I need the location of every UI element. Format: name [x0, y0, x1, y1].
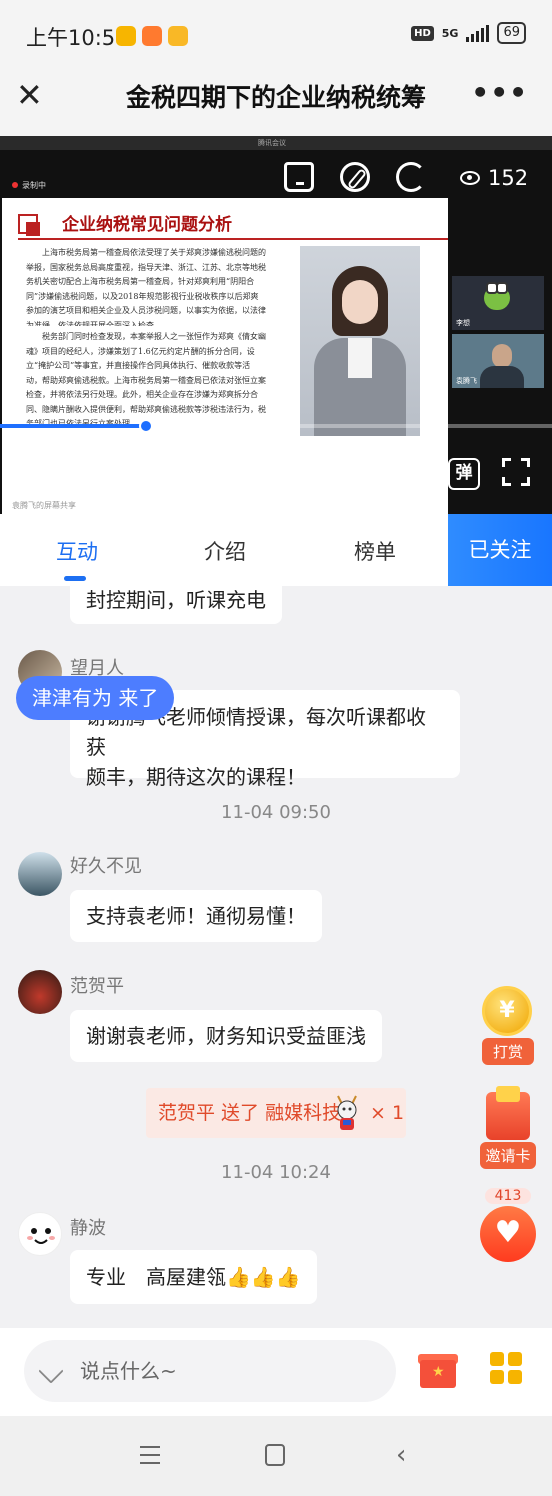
chat-message: 支持袁老师！通彻易懂！ [70, 890, 322, 942]
participant-name: 李想 [456, 319, 470, 327]
participant-camera: 李想 [452, 276, 544, 330]
chat-list[interactable]: 封控期间，听课充电 望月人 谢谢腾飞老师倾情授课，每次听课都收获 颇丰，期待这次… [0, 586, 552, 1328]
chat-message: 谢谢袁老师，财务知识受益匪浅 [70, 1010, 382, 1062]
heart-icon: ♥ [480, 1206, 536, 1262]
progress-fill [0, 424, 147, 428]
chat-username[interactable]: 范贺平 [70, 972, 124, 998]
home-icon[interactable] [284, 162, 314, 192]
recent-apps-icon[interactable] [140, 1446, 160, 1464]
like-count: 413 [485, 1188, 531, 1204]
invite-card-button[interactable]: 邀请卡 [480, 1086, 536, 1169]
chat-timestamp: 11-04 09:50 [221, 802, 331, 823]
screen-share-note: 袁腾飞的屏幕共享 [12, 501, 76, 510]
slide-title: 企业纳税常见问题分析 [62, 215, 232, 235]
network-label: 5G [441, 26, 459, 40]
like-button[interactable]: 413 ♥ [480, 1188, 536, 1262]
notification-fox-icon [142, 26, 162, 46]
playback-controls: 20:02 / 01:15:37 1x 弹 [0, 454, 552, 498]
speed-button[interactable]: 1x [412, 464, 435, 486]
envelope-icon [486, 1086, 530, 1140]
video-player[interactable]: 腾讯会议 录制中 企业纳税常见问题分析 上海市税务局第一稽查局依法受理了关于郑爽… [0, 136, 552, 514]
reward-label: 打赏 [482, 1038, 534, 1065]
hd-icon: HD [411, 25, 434, 41]
system-nav-bar: ‹ [0, 1416, 552, 1496]
chat-username[interactable]: 静波 [70, 1214, 106, 1240]
more-icon[interactable]: ••• [471, 76, 528, 109]
input-bar: 说点什么~ ★ [0, 1328, 552, 1416]
signal-icon [466, 24, 490, 42]
tab-bar: 互动 介绍 榜单 已关注 [0, 514, 552, 586]
frog-avatar-icon [484, 282, 510, 310]
danmu-toggle-icon[interactable]: 弹 [448, 458, 480, 490]
eye-icon [460, 171, 480, 185]
title-bar: ✕ 金税四期下的企业纳税统筹 ••• [0, 70, 552, 136]
participant-name: 袁腾飞 [456, 377, 477, 385]
chat-message-line: 颇丰，期待这次的课程！ [86, 765, 306, 789]
fullscreen-icon[interactable] [502, 458, 530, 486]
slide-paragraph: 上海市税务局第一稽查局依法受理了关于郑爽涉嫌偷逃税问题的举报，国家税务总局高度重… [26, 248, 266, 326]
video-progress-bar[interactable] [0, 419, 552, 433]
follow-button[interactable]: 已关注 [448, 514, 552, 586]
battery-icon: 69 [497, 22, 526, 44]
pause-icon[interactable] [26, 464, 44, 488]
viewer-count-value: 152 [488, 166, 529, 190]
slide-header: 企业纳税常见问题分析 [18, 204, 448, 240]
coin-icon: ¥ [482, 986, 532, 1036]
welcome-banner: 津津有为 来了 [16, 676, 175, 720]
gift-notification: 范贺平 送了 融媒科技 × 1 [146, 1088, 406, 1138]
deer-gift-icon [337, 1095, 357, 1130]
chat-message: 封控期间，听课充电 [70, 586, 282, 624]
chat-timestamp: 11-04 10:24 [221, 1162, 331, 1183]
notification-note-icon [168, 26, 188, 46]
status-time: 上午10:57 [26, 26, 129, 50]
slide-photo [300, 246, 420, 436]
back-icon[interactable]: ‹ [396, 1442, 406, 1468]
tab-intro[interactable]: 介绍 [204, 536, 246, 566]
chat-username[interactable]: 好久不见 [70, 852, 142, 878]
page-title: 金税四期下的企业纳税统筹 [125, 83, 426, 112]
recording-indicator: 录制中 [12, 180, 46, 191]
refresh-icon[interactable] [396, 162, 426, 192]
meeting-window-bar: 腾讯会议 [0, 136, 552, 150]
invite-label: 邀请卡 [480, 1142, 536, 1169]
notification-app-icon [116, 26, 136, 46]
avatar[interactable] [18, 970, 62, 1014]
viewer-count: 152 [460, 166, 528, 190]
pencil-icon [38, 1358, 64, 1384]
gift-count: × 1 [370, 1102, 405, 1124]
chat-message: 专业 高屋建瓴👍👍👍 [70, 1250, 317, 1304]
status-app-icons [116, 26, 188, 46]
tab-ranking[interactable]: 榜单 [354, 536, 396, 566]
gift-text: 范贺平 送了 融媒科技 [158, 1102, 342, 1124]
tab-interaction[interactable]: 互动 [56, 536, 98, 566]
link-icon[interactable] [340, 162, 370, 192]
playback-time: 20:02 / 01:15:37 [64, 464, 223, 486]
status-bar: 上午10:57 HD 5G 69 [0, 0, 552, 70]
slide-body: 上海市税务局第一稽查局依法受理了关于郑爽涉嫌偷逃税问题的举报，国家税务总局高度重… [26, 246, 266, 438]
active-tab-indicator [64, 576, 86, 581]
participant-camera: 袁腾飞 [452, 334, 544, 388]
avatar[interactable] [18, 1212, 62, 1256]
gift-box-icon[interactable]: ★ [418, 1348, 458, 1388]
reward-button[interactable]: ¥ 打赏 [482, 986, 534, 1065]
comment-placeholder: 说点什么~ [80, 1359, 177, 1383]
avatar[interactable] [18, 852, 62, 896]
smiley-avatar-icon [27, 1228, 55, 1244]
meeting-window-title: 腾讯会议 [258, 139, 286, 147]
participant-cameras: 李想 袁腾飞 [452, 276, 548, 392]
comment-input[interactable]: 说点什么~ [24, 1340, 396, 1402]
home-nav-icon[interactable] [265, 1444, 285, 1466]
grid-menu-icon[interactable] [490, 1352, 522, 1384]
status-right: HD 5G 69 [411, 22, 526, 44]
video-top-controls [284, 162, 426, 192]
